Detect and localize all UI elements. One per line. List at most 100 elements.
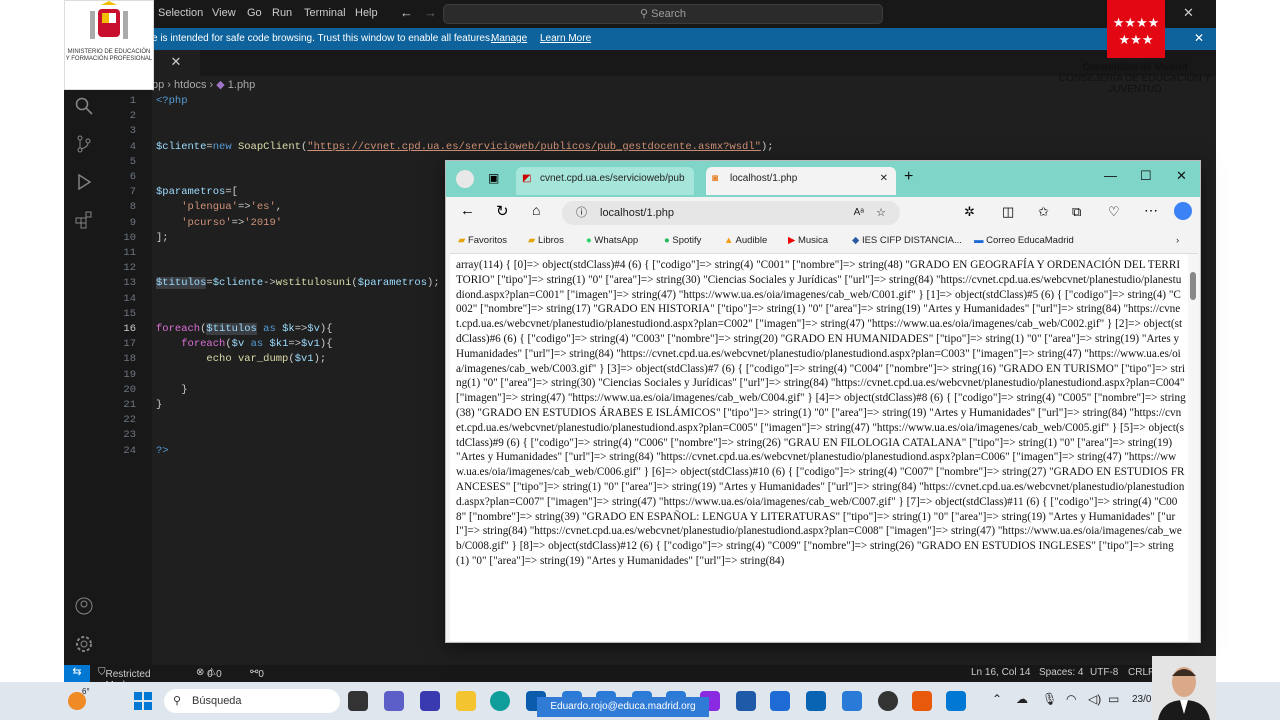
wifi-icon[interactable]: ◠ [1066,692,1076,706]
menu-go[interactable]: Go [247,7,262,19]
edge-icon[interactable] [490,691,510,711]
forward-arrow-icon[interactable]: → [424,5,437,20]
chevron-up-icon[interactable]: ⌃ [992,692,1002,706]
maximize-icon[interactable]: ☐ [1140,168,1152,184]
indentation[interactable]: Spaces: 4 [1039,667,1083,678]
refresh-icon[interactable]: ↻ [496,202,509,220]
favorite-correo[interactable]: ▬ Correo EducaMadrid [974,235,1074,246]
tab-title: localhost/1.php [730,173,798,184]
pdf-icon: ◩ [522,173,532,184]
new-tab-icon[interactable]: + [904,168,913,186]
line-number: 9 [129,216,136,229]
command-search[interactable]: ⚲ Search [443,4,883,24]
close-window-icon[interactable]: ✕ [1183,5,1194,21]
remote-icon[interactable]: ⇆ [64,665,90,682]
code-line: $titulos=$cliente->wstitulosuni($paramet… [156,277,440,290]
minimize-icon[interactable]: — [1104,168,1117,183]
menu-selection[interactable]: Selection [158,7,203,19]
browser-window: ▣ ◩ cvnet.cpd.ua.es/servicioweb/pub ◙ lo… [445,160,1201,643]
back-arrow-icon[interactable]: ← [400,5,413,20]
copilot-icon[interactable] [1174,202,1192,220]
tab-localhost[interactable]: ◙ localhost/1.php ✕ [706,167,896,195]
profile-avatar[interactable] [456,170,474,188]
task-view-icon[interactable] [348,691,368,711]
breadcrumb-segment[interactable]: htdocs [174,79,206,91]
outlook-icon[interactable] [806,691,826,711]
mail-icon: ▬ [974,235,984,246]
scrollbar[interactable] [1188,254,1198,641]
favorite-whatsapp[interactable]: ● WhatsApp [586,235,638,246]
gear-icon[interactable] [74,634,94,654]
menu-run[interactable]: Run [272,7,292,19]
menu-help[interactable]: Help [355,7,378,19]
search-icon: ⚲ [173,695,182,707]
collections-icon[interactable]: ⧉ [1072,204,1081,220]
teams-icon[interactable] [384,691,404,711]
run-debug-icon[interactable] [74,172,94,192]
tab-actions-icon[interactable]: ▣ [488,171,499,185]
favorites-icon[interactable]: ✩ [1038,204,1049,220]
search-icon[interactable] [74,96,94,116]
cloud-icon[interactable]: ☁ [1016,692,1028,706]
banner-learn-more-link[interactable]: Learn More [540,33,591,44]
source-control-icon[interactable] [74,134,94,154]
back-icon[interactable]: ← [460,202,475,219]
favorite-spotify[interactable]: ● Spotify [664,235,701,246]
end-of-line[interactable]: CRLF [1128,667,1154,678]
xampp-icon[interactable] [912,691,932,711]
close-tab-icon[interactable]: ✕ [880,167,888,191]
chevron-right-icon[interactable]: › [1176,235,1179,246]
extensions-icon[interactable]: ✲ [964,204,975,220]
mail-icon[interactable] [770,691,790,711]
line-number: 24 [123,444,136,457]
url-bar[interactable]: ⓘ localhost/1.php Aᵃ ☆ [562,201,900,225]
php-file-icon: ◆ [216,79,225,91]
photos-icon[interactable] [842,691,862,711]
battery-icon[interactable]: ▭ [1108,692,1119,706]
vscode-icon[interactable] [946,691,966,711]
code-line: $cliente=new SoapClient("https://cvnet.c… [156,140,774,153]
left-margin [0,0,64,682]
app-icon[interactable] [736,691,756,711]
banner-manage-link[interactable]: Manage [491,33,527,44]
account-icon[interactable] [74,596,94,616]
menu-view[interactable]: View [212,7,236,19]
extensions-icon[interactable] [74,210,94,230]
close-icon[interactable]: ✕ [1176,168,1187,184]
line-number: 3 [129,125,136,138]
problems-status[interactable]: ⊗ 0 ⚠ 0 [196,667,222,680]
app-icon[interactable] [420,691,440,711]
favorite-audible[interactable]: ▲ Audible [724,235,767,246]
favorite-musica[interactable]: ▶ Musica [788,235,828,246]
tab-cvnet[interactable]: ◩ cvnet.cpd.ua.es/servicioweb/pub [516,167,694,195]
favorite-star-icon[interactable]: ☆ [876,201,886,225]
ports-status[interactable]: ⚯ 0 [250,667,264,680]
editor-tab-close[interactable]: ✕ [152,50,200,76]
line-number: 22 [123,414,136,427]
chrome-icon[interactable] [878,691,898,711]
windows-start-icon[interactable] [134,692,152,710]
scrollbar-thumb[interactable] [1190,272,1196,300]
mic-icon[interactable]: 🎙 [1042,692,1057,706]
more-icon[interactable]: ⋯ [1144,202,1158,219]
volume-icon[interactable]: ◁) [1088,692,1101,706]
breadcrumb-file[interactable]: 1.php [228,79,256,91]
taskbar-search[interactable]: ⚲ Búsqueda [164,689,340,713]
favorite-ies-cifp[interactable]: ◆ IES CIFP DISTANCIA... [852,235,962,246]
restricted-mode-status[interactable]: ⛉ Restricted Mode [98,667,151,682]
favorite-favoritos[interactable]: ▰ Favoritos [458,235,507,246]
cursor-position[interactable]: Ln 16, Col 14 [971,667,1031,678]
banner-close-icon[interactable]: ✕ [1194,31,1204,45]
read-aloud-icon[interactable]: Aᵃ [854,201,864,225]
menu-terminal[interactable]: Terminal [304,7,346,19]
encoding[interactable]: UTF-8 [1090,667,1118,678]
home-icon[interactable]: ⌂ [532,202,540,218]
clock-date[interactable]: 23/0 [1132,694,1151,705]
madrid-logo: ★★★★ ★★★ [1107,0,1165,58]
favorite-libros[interactable]: ▰ Libros [528,235,564,246]
split-screen-icon[interactable]: ◫ [1002,204,1014,220]
file-explorer-icon[interactable] [456,691,476,711]
performance-icon[interactable]: ♡ [1108,204,1120,220]
presenter-email: Eduardo.rojo@educa.madrid.org [537,697,709,717]
code-line: echo var_dump($v1); [206,353,327,366]
